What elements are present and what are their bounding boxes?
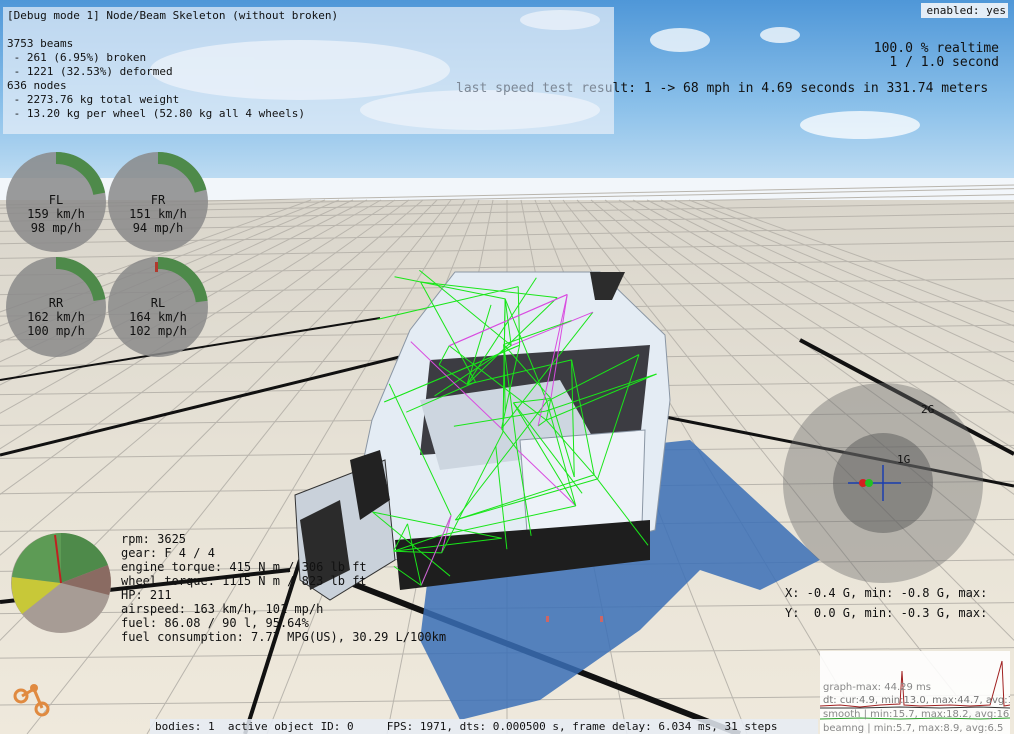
wheel-kmh: 164 km/h xyxy=(129,310,187,324)
fuel-consumption: fuel consumption: 7.77 MPG(US), 30.29 L/… xyxy=(121,630,447,644)
g-current-marker xyxy=(865,479,873,487)
wheel-label: FR xyxy=(150,193,166,207)
speed-test-result: last speed test result: 1 -> 68 mph in 4… xyxy=(456,81,988,96)
wheel-kmh: 162 km/h xyxy=(27,310,85,324)
total-weight: - 2273.76 kg total weight xyxy=(7,93,180,106)
wheel-torque: wheel torque: 1115 N m / 823 lb ft xyxy=(121,574,367,588)
horsepower: HP: 211 xyxy=(121,588,172,602)
wheel-mph: 98 mp/h xyxy=(30,221,82,235)
g-force-y: Y: 0.0 G, min: -0.3 G, max: xyxy=(785,606,988,620)
airspeed: airspeed: 163 km/h, 101 mp/h xyxy=(121,602,324,616)
wheel-label: FL xyxy=(48,193,64,207)
debug-info-panel: [Debug mode 1] Node/Beam Skeleton (witho… xyxy=(3,7,614,134)
wheel-kmh: 151 km/h xyxy=(129,207,187,221)
wheel-mph: 102 mp/h xyxy=(129,324,187,338)
realtime-ratio: 1 / 1.0 second xyxy=(889,55,999,70)
graph-beamng: beamng | min:5.7, max:8.9, avg:6.5 xyxy=(823,723,1004,734)
wheel-mph: 94 mp/h xyxy=(132,221,184,235)
ring-2g-label: 2G xyxy=(921,403,934,416)
fuel: fuel: 86.08 / 90 l, 95.64% xyxy=(121,616,309,630)
wheel-mph: 100 mp/h xyxy=(27,324,85,338)
broken-beams: - 261 (6.95%) broken xyxy=(7,51,147,64)
engine-pie-gauge xyxy=(11,532,111,633)
debug-title: [Debug mode 1] Node/Beam Skeleton (witho… xyxy=(7,9,339,22)
speed-test-text: lt: 1 -> 68 mph in 4.69 seconds in 331.7… xyxy=(612,81,989,96)
status-bar: bodies: 1 active object ID: 0 FPS: 1971,… xyxy=(150,719,818,734)
graph-max: graph-max: 44.29 ms xyxy=(823,682,931,693)
ring-1g-label: 1G xyxy=(897,453,910,466)
node-count: 636 nodes xyxy=(7,79,67,92)
engine-torque: engine torque: 415 N m / 306 lb ft xyxy=(121,560,367,574)
rpm: rpm: 3625 xyxy=(121,532,187,546)
wheel-label: RR xyxy=(48,296,64,310)
wheel-kmh: 159 km/h xyxy=(27,207,85,221)
realtime-percent: 100.0 % realtime xyxy=(873,41,999,56)
wheel-gauge-rr: RR 162 km/h 100 mp/h xyxy=(6,256,106,357)
g-force-x: X: -0.4 G, min: -0.8 G, max: xyxy=(785,586,988,600)
wheel-label: RL xyxy=(150,296,166,310)
graph-dt: dt: cur:4.9, min:13.0, max:44.7, avg:16.… xyxy=(823,695,1010,706)
deformed-beams: - 1221 (32.53%) deformed xyxy=(7,65,173,78)
beam-count: 3753 beams xyxy=(7,37,74,50)
frame-time-graph: graph-max: 44.29 ms dt: cur:4.9, min:13.… xyxy=(820,651,1010,734)
g-force-meter: 2G 1G xyxy=(783,383,983,583)
wheel-gauge-fr: FR 151 km/h 94 mp/h xyxy=(108,152,208,252)
graph-smooth: smooth | min:15.7, max:18.2, avg:16.6 xyxy=(823,709,1010,720)
enabled-status: enabled: yes xyxy=(921,3,1008,18)
per-wheel-weight: - 13.20 kg per wheel (52.80 kg all 4 whe… xyxy=(7,107,306,120)
speed-test-faded: last speed test resu xyxy=(456,81,613,96)
gear: gear: F 4 / 4 xyxy=(121,546,215,560)
beamng-logo-icon xyxy=(13,684,50,717)
wheel-gauge-rl: RL 164 km/h 102 mp/h xyxy=(108,256,208,357)
wheel-gauge-fl: FL 159 km/h 98 mp/h xyxy=(6,152,106,252)
